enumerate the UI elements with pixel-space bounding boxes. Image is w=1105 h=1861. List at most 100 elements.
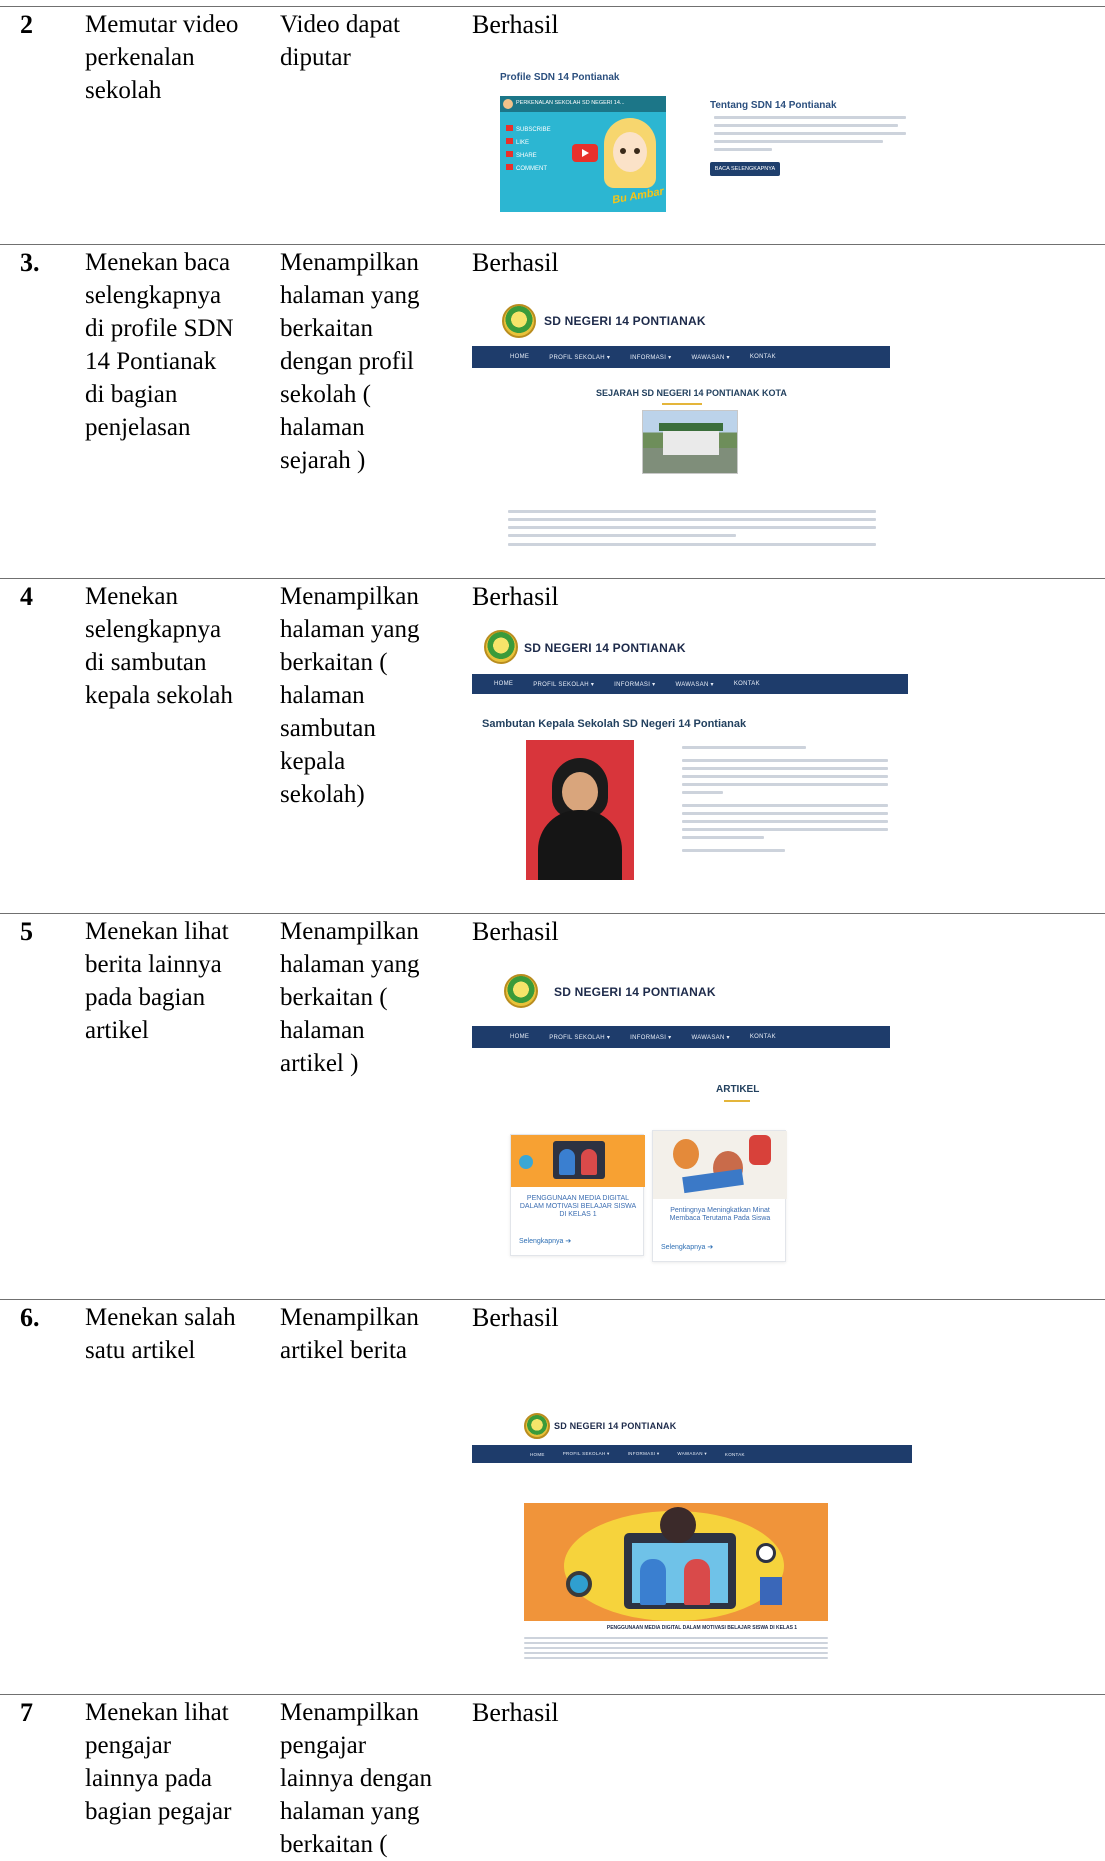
page-heading: ARTIKEL xyxy=(716,1084,760,1095)
cell-line: Memutar video xyxy=(85,11,239,38)
play-button-icon[interactable] xyxy=(572,144,598,162)
cell-line: berkaitan ( xyxy=(280,984,388,1011)
site-name: SD NEGERI 14 PONTIANAK xyxy=(554,1421,677,1431)
sambutan-text xyxy=(682,746,888,857)
video-title: PERKENALAN SEKOLAH SD NEGERI 14... xyxy=(516,100,625,106)
cell-line: Menekan salah xyxy=(85,1304,236,1331)
screenshot-profile: Profile SDN 14 Pontianak PERKENALAN SEKO… xyxy=(492,66,922,226)
cell-line: di bagian xyxy=(85,381,178,408)
site-name: SD NEGERI 14 PONTIANAK xyxy=(554,985,716,999)
cell-line: Menampilkan xyxy=(280,249,419,276)
article-link[interactable]: Selengkapnya ➔ xyxy=(661,1243,713,1251)
nav-profil[interactable]: PROFIL SEKOLAH ▾ xyxy=(549,1034,610,1041)
cell-line: halaman xyxy=(280,414,365,441)
row-number: 5 xyxy=(20,917,33,946)
result-cell: Berhasil xyxy=(472,1698,559,1727)
about-text xyxy=(714,116,906,156)
cell-line: penjelasan xyxy=(85,414,191,441)
nav-profil[interactable]: PROFIL SEKOLAH ▾ xyxy=(549,354,610,361)
nav-profil[interactable]: PROFIL SEKOLAH ▾ xyxy=(563,1451,610,1457)
cell-line: berita lainnya xyxy=(85,951,222,978)
cell-line: Video dapat xyxy=(280,11,400,38)
screenshot-article-detail: SD NEGERI 14 PONTIANAK HOME PROFIL SEKOL… xyxy=(472,1405,912,1683)
profile-title: Profile SDN 14 Pontianak xyxy=(500,72,620,83)
page-heading: Sambutan Kepala Sekolah SD Negeri 14 Pon… xyxy=(482,718,747,730)
main-nav: HOME PROFIL SEKOLAH ▾ INFORMASI ▾ WAWASA… xyxy=(472,346,890,368)
cell-line: kepala sekolah xyxy=(85,682,233,709)
avatar xyxy=(503,99,513,109)
cell-line: Menekan baca xyxy=(85,249,231,276)
article-link[interactable]: Selengkapnya ➔ xyxy=(519,1237,571,1245)
cell-line: berkaitan ( xyxy=(280,649,388,676)
cell-line: Menampilkan xyxy=(280,583,419,610)
article-card[interactable]: Pentingnya Meningkatkan Minat Membaca Te… xyxy=(652,1130,787,1262)
nav-home[interactable]: HOME xyxy=(494,681,513,687)
action-cell: Menekan lihat berita lainnya pada bagian… xyxy=(85,915,265,1047)
cell-line: pengajar xyxy=(280,1732,367,1759)
nav-kontak[interactable]: KONTAK xyxy=(750,1034,776,1040)
expected-cell: Menampilkan halaman yang berkaitan denga… xyxy=(280,246,470,477)
action-cell: Menekan baca selengkapnya di profile SDN… xyxy=(85,246,265,444)
nav-kontak[interactable]: KONTAK xyxy=(734,681,760,687)
article-detail-title: PENGGUNAAN MEDIA DIGITAL DALAM MOTIVASI … xyxy=(606,1625,798,1631)
nav-kontak[interactable]: KONTAK xyxy=(725,1452,745,1457)
cell-line: lainnya pada xyxy=(85,1765,213,1792)
read-more-button[interactable]: BACA SELENGKAPNYA xyxy=(710,162,780,176)
cell-line: di profile SDN xyxy=(85,315,234,342)
cell-line: kepala xyxy=(280,748,346,775)
signature-text: Bu Ambar xyxy=(611,185,665,207)
cell-line: lainnya dengan xyxy=(280,1765,433,1792)
school-logo xyxy=(484,630,518,664)
article-card[interactable]: PENGGUNAAN MEDIA DIGITAL DALAM MOTIVASI … xyxy=(510,1134,645,1256)
nav-home[interactable]: HOME xyxy=(510,1034,529,1040)
result-cell: Berhasil xyxy=(472,1303,559,1332)
nav-kontak[interactable]: KONTAK xyxy=(750,354,776,360)
nav-informasi[interactable]: INFORMASI ▾ xyxy=(630,1034,671,1041)
cell-line: artikel berita xyxy=(280,1337,408,1364)
cell-line: sekolah xyxy=(85,77,162,104)
action-cell: Menekan salah satu artikel xyxy=(85,1301,265,1367)
expected-cell: Video dapat diputar xyxy=(280,8,470,74)
result-cell: Berhasil xyxy=(472,10,559,39)
nav-informasi[interactable]: INFORMASI ▾ xyxy=(614,681,655,688)
nav-wawasan[interactable]: WAWASAN ▾ xyxy=(675,681,713,688)
row-number: 3. xyxy=(20,248,40,277)
menu-item: SHARE xyxy=(506,150,551,163)
site-name: SD NEGERI 14 PONTIANAK xyxy=(544,314,706,328)
cell-line: berkaitan xyxy=(280,315,374,342)
row-divider xyxy=(0,913,1105,914)
nav-wawasan[interactable]: WAWASAN ▾ xyxy=(691,1034,729,1041)
screenshot-artikel: SD NEGERI 14 PONTIANAK HOME PROFIL SEKOL… xyxy=(472,970,890,1270)
row-number: 4 xyxy=(20,582,33,611)
cell-line: halaman xyxy=(280,1017,365,1044)
cell-line: sekolah) xyxy=(280,781,365,808)
cell-line: halaman xyxy=(280,682,365,709)
article-title: PENGGUNAAN MEDIA DIGITAL DALAM MOTIVASI … xyxy=(519,1195,637,1218)
cell-line: di sambutan xyxy=(85,649,207,676)
main-nav: HOME PROFIL SEKOLAH ▾ INFORMASI ▾ WAWASA… xyxy=(472,674,908,694)
nav-informasi[interactable]: INFORMASI ▾ xyxy=(628,1451,660,1457)
cell-line: selengkapnya xyxy=(85,282,222,309)
row-divider xyxy=(0,578,1105,579)
cell-line: sejarah ) xyxy=(280,447,366,474)
row-divider xyxy=(0,6,1105,7)
cell-line: halaman yang xyxy=(280,951,420,978)
nav-wawasan[interactable]: WAWASAN ▾ xyxy=(677,1451,706,1457)
article-title: Pentingnya Meningkatkan Minat Membaca Te… xyxy=(669,1207,771,1222)
nav-informasi[interactable]: INFORMASI ▾ xyxy=(630,354,671,361)
heading-underline xyxy=(662,403,702,405)
nav-wawasan[interactable]: WAWASAN ▾ xyxy=(691,354,729,361)
article-banner xyxy=(524,1503,828,1621)
nav-home[interactable]: HOME xyxy=(510,354,529,360)
article-image xyxy=(511,1135,645,1187)
screenshot-sambutan: SD NEGERI 14 PONTIANAK HOME PROFIL SEKOL… xyxy=(472,630,908,886)
menu-item: SUBSCRIBE xyxy=(506,124,551,137)
nav-profil[interactable]: PROFIL SEKOLAH ▾ xyxy=(533,681,594,688)
cell-line: halaman yang xyxy=(280,616,420,643)
cell-line: selengkapnya xyxy=(85,616,222,643)
action-cell: Menekan lihat pengajar lainnya pada bagi… xyxy=(85,1696,265,1828)
nav-home[interactable]: HOME xyxy=(530,1452,545,1457)
row-divider xyxy=(0,1694,1105,1695)
page-heading: SEJARAH SD NEGERI 14 PONTIANAK KOTA xyxy=(596,388,787,398)
site-name: SD NEGERI 14 PONTIANAK xyxy=(524,641,686,655)
